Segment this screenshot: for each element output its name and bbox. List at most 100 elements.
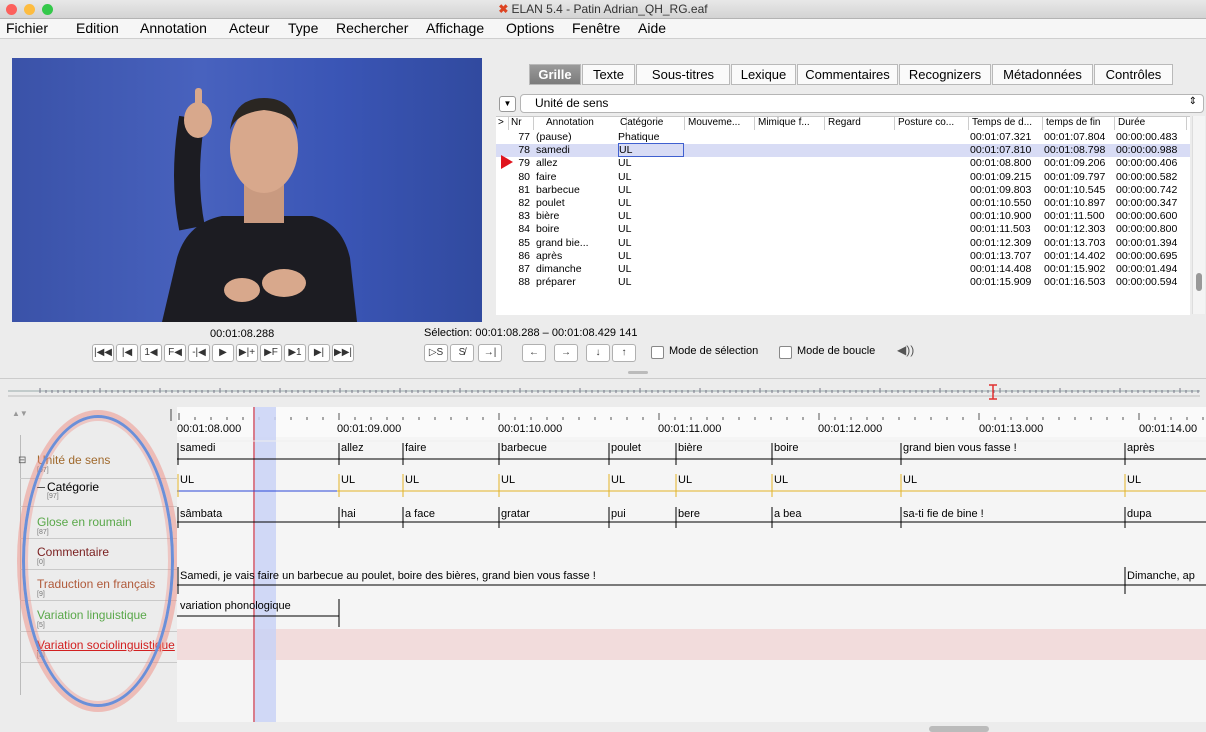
grid-cell-cat[interactable]: UL xyxy=(618,210,682,222)
annotation-nav-button-2[interactable]: → xyxy=(554,344,578,362)
playback-button-9[interactable]: ▶1 xyxy=(284,344,306,362)
grid-cell-cat[interactable]: UL xyxy=(618,143,684,158)
annotation-unite[interactable]: grand bien vous fasse ! xyxy=(903,442,1017,454)
grid-cell-nr[interactable]: 79 xyxy=(510,157,530,169)
grid-cell-cat[interactable]: UL xyxy=(618,223,682,235)
annotation-glose[interactable]: pui xyxy=(611,508,626,520)
annotation-unite[interactable]: allez xyxy=(341,442,364,454)
annotation-variation[interactable]: variation phonologique xyxy=(180,600,291,612)
annotation-glose[interactable]: gratar xyxy=(501,508,530,520)
grid-row[interactable]: 88 préparer UL 00:01:15.909 00:01:16.503 00:0… xyxy=(496,276,1190,289)
tab-recognizers[interactable]: Recognizers xyxy=(899,64,991,85)
grid-cell-dur[interactable]: 00:00:01.494 xyxy=(1116,263,1186,275)
grid-cell-ann[interactable]: après xyxy=(536,250,616,262)
grid-cell-nr[interactable]: 80 xyxy=(510,171,530,183)
grid-cell-end[interactable]: 00:01:13.703 xyxy=(1044,237,1114,249)
grid-cell-ann[interactable]: dimanche xyxy=(536,263,616,275)
menu-aide[interactable]: Aide xyxy=(638,20,666,36)
tab-commentaires[interactable]: Commentaires xyxy=(797,64,898,85)
menu-annotation[interactable]: Annotation xyxy=(140,20,207,36)
grid-cell-nr[interactable]: 77 xyxy=(510,131,530,143)
annotation-categorie[interactable]: UL xyxy=(611,474,625,486)
grid-cell-cat[interactable]: UL xyxy=(618,237,682,249)
menu-edition[interactable]: Edition xyxy=(76,20,119,36)
grid-cell-start[interactable]: 00:01:14.408 xyxy=(970,263,1042,275)
grid-cell-cat[interactable]: Phatique xyxy=(618,131,682,143)
grid-cell-ann[interactable]: poulet xyxy=(536,197,616,209)
menu-acteur[interactable]: Acteur xyxy=(229,20,269,36)
grid-cell-end[interactable]: 00:01:09.206 xyxy=(1044,157,1114,169)
grid-cell-dur[interactable]: 00:00:00.800 xyxy=(1116,223,1186,235)
grid-cell-start[interactable]: 00:01:09.215 xyxy=(970,171,1042,183)
playback-button-4[interactable]: F◀ xyxy=(164,344,186,362)
playback-button-1[interactable]: |◀◀ xyxy=(92,344,114,362)
grid-header-nr[interactable]: Nr xyxy=(509,117,534,130)
annotation-categorie[interactable]: UL xyxy=(180,474,194,486)
annotation-unite[interactable]: samedi xyxy=(180,442,215,454)
collapse-icon[interactable]: ▲▼ xyxy=(12,409,28,418)
menu-type[interactable]: Type xyxy=(288,20,318,36)
playback-button-10[interactable]: ▶| xyxy=(308,344,330,362)
playback-button-5[interactable]: -|◀ xyxy=(188,344,210,362)
tab-grille[interactable]: Grille xyxy=(529,64,581,85)
menu-fenetre[interactable]: Fenêtre xyxy=(572,20,620,36)
grid-cell-start[interactable]: 00:01:13.707 xyxy=(970,250,1042,262)
grid-cell-start[interactable]: 00:01:07.810 xyxy=(970,144,1042,156)
menu-rechercher[interactable]: Rechercher xyxy=(336,20,408,36)
annotation-glose[interactable]: hai xyxy=(341,508,356,520)
grid-row[interactable]: 80 faire UL 00:01:09.215 00:01:09.797 00:00:0… xyxy=(496,171,1190,184)
grid-cell-nr[interactable]: 83 xyxy=(510,210,530,222)
grid-cell-end[interactable]: 00:01:08.798 xyxy=(1044,144,1114,156)
playback-button-2[interactable]: |◀ xyxy=(116,344,138,362)
grid-cell-ann[interactable]: allez xyxy=(536,157,616,169)
grid-cell-cat[interactable]: UL xyxy=(618,157,682,169)
grid-cell-cat[interactable]: UL xyxy=(618,184,682,196)
grid-row[interactable]: 83 bière UL 00:01:10.900 00:01:11.500 00:00:0… xyxy=(496,210,1190,223)
grid-row[interactable]: 87 dimanche UL 00:01:14.408 00:01:15.902 00:0… xyxy=(496,263,1190,276)
grid-row[interactable]: 85 grand bie... UL 00:01:12.309 00:01:13.703… xyxy=(496,237,1190,250)
grid-cell-nr[interactable]: 78 xyxy=(510,144,530,156)
annotation-nav-button-1[interactable]: ← xyxy=(522,344,546,362)
grid-cell-end[interactable]: 00:01:16.503 xyxy=(1044,276,1114,288)
grid-cell-dur[interactable]: 00:00:00.742 xyxy=(1116,184,1186,196)
grid-header-annotation[interactable]: Annotation xyxy=(534,117,627,130)
grid-cell-nr[interactable]: 81 xyxy=(510,184,530,196)
grid-cell-nr[interactable]: 82 xyxy=(510,197,530,209)
grid-row[interactable]: 81 barbecue UL 00:01:09.803 00:01:10.545 00:0… xyxy=(496,184,1190,197)
grid-cell-ann[interactable]: faire xyxy=(536,171,616,183)
horizontal-scroll-thumb[interactable] xyxy=(929,726,989,732)
selection-button-2[interactable]: S̸ xyxy=(450,344,474,362)
annotation-categorie[interactable]: UL xyxy=(774,474,788,486)
annotation-glose[interactable]: bere xyxy=(678,508,700,520)
grid-cell-end[interactable]: 00:01:14.402 xyxy=(1044,250,1114,262)
annotation-glose[interactable]: sâmbata xyxy=(180,508,222,520)
grid-cell-cat[interactable]: UL xyxy=(618,276,682,288)
annotation-unite[interactable]: poulet xyxy=(611,442,641,454)
annotation-categorie[interactable]: UL xyxy=(1127,474,1141,486)
annotation-unite[interactable]: après xyxy=(1127,442,1155,454)
grid-cell-dur[interactable]: 00:00:00.483 xyxy=(1116,131,1186,143)
grid-cell-cat[interactable]: UL xyxy=(618,197,682,209)
grid-cell-nr[interactable]: 87 xyxy=(510,263,530,275)
playback-button-6[interactable]: ▶ xyxy=(212,344,234,362)
tab-controles[interactable]: Contrôles xyxy=(1094,64,1173,85)
grid-cell-end[interactable]: 00:01:10.545 xyxy=(1044,184,1114,196)
grid-cell-dur[interactable]: 00:00:00.406 xyxy=(1116,157,1186,169)
grid-cell-ann[interactable]: barbecue xyxy=(536,184,616,196)
grid-cell-start[interactable]: 00:01:11.503 xyxy=(970,223,1042,235)
grid-header-mouvement[interactable]: Mouveme... xyxy=(686,117,755,130)
annotation-nav-button-4[interactable]: ↑ xyxy=(612,344,636,362)
grid-cell-ann[interactable]: (pause) xyxy=(536,131,616,143)
grid-cell-dur[interactable]: 00:00:00.582 xyxy=(1116,171,1186,183)
grid-header-marker[interactable]: > xyxy=(496,117,509,130)
grid-header-duree[interactable]: Durée xyxy=(1116,117,1187,130)
annotation-nav-button-3[interactable]: ↓ xyxy=(586,344,610,362)
grid-cell-end[interactable]: 00:01:12.303 xyxy=(1044,223,1114,235)
tier-menu-button[interactable]: ▼ xyxy=(499,96,516,112)
grid-cell-nr[interactable]: 85 xyxy=(510,237,530,249)
grid-cell-end[interactable]: 00:01:11.500 xyxy=(1044,210,1114,222)
grid-row[interactable]: 86 après UL 00:01:13.707 00:01:14.402 00:00:0… xyxy=(496,250,1190,263)
annotation-glose[interactable]: sa-ti fie de bine ! xyxy=(903,508,984,520)
grid-cell-end[interactable]: 00:01:10.897 xyxy=(1044,197,1114,209)
grid-cell-ann[interactable]: boire xyxy=(536,223,616,235)
